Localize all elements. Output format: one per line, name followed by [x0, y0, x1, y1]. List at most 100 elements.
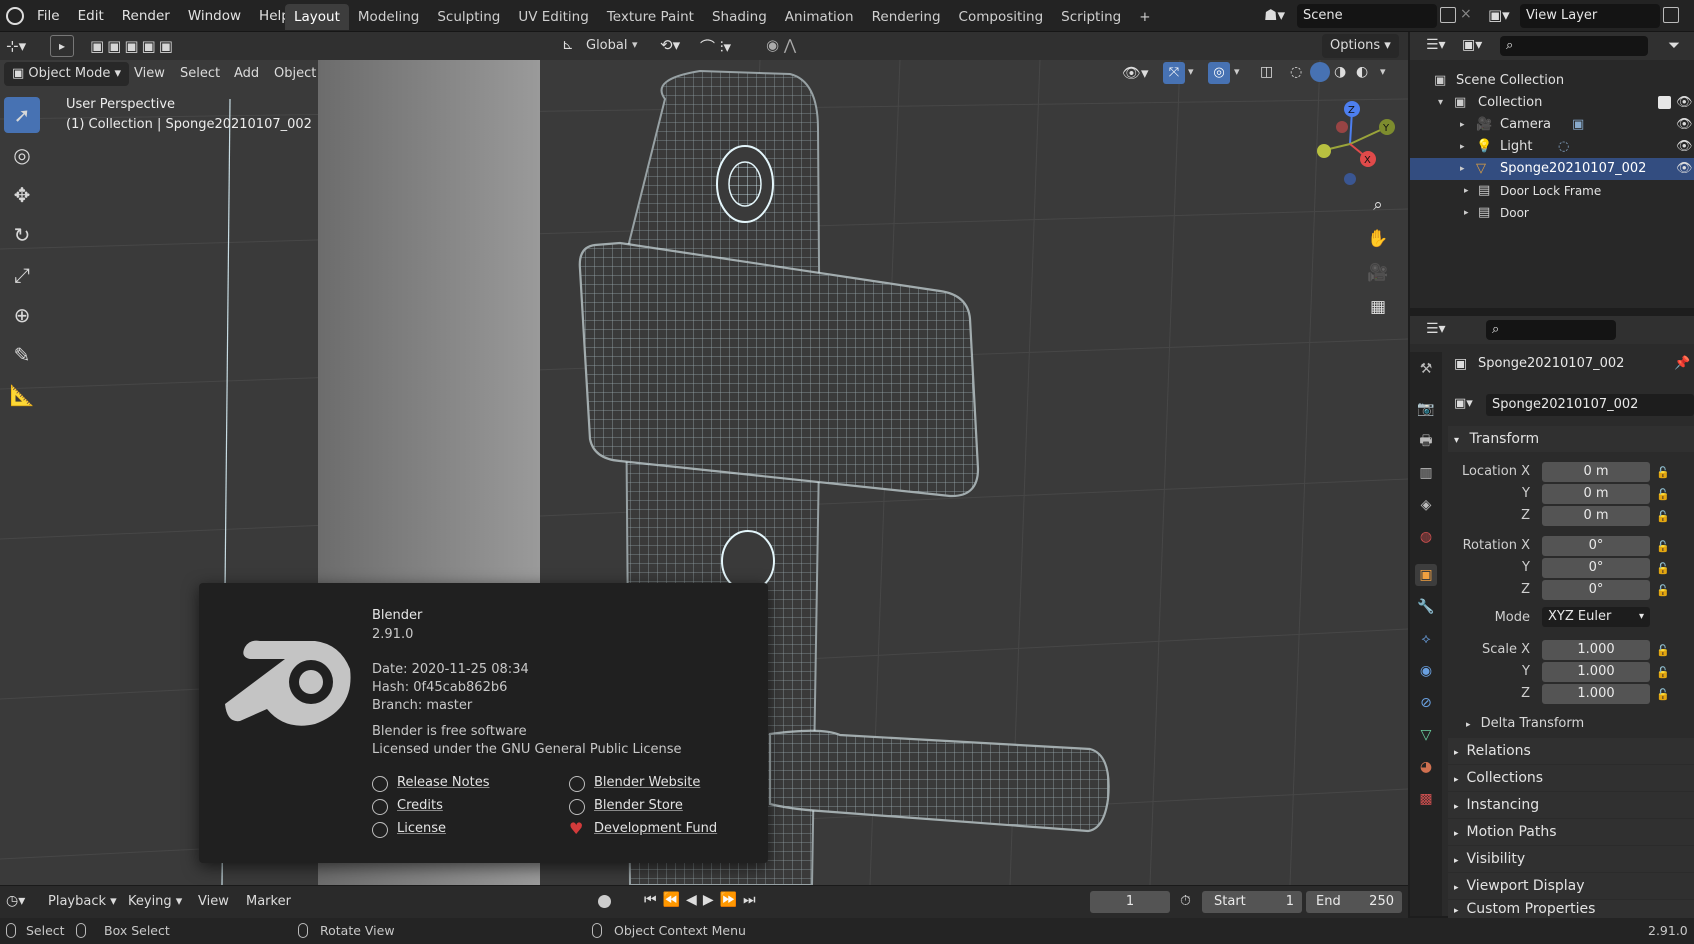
orientation-chevron-icon[interactable]: ▾: [632, 38, 638, 51]
shading-rendered-icon[interactable]: ◐: [1356, 64, 1368, 80]
timeline-view-menu[interactable]: View: [190, 890, 237, 914]
rotation-mode-dropdown[interactable]: XYZ Euler ▾: [1542, 607, 1650, 627]
location-y-field[interactable]: 0 m: [1542, 484, 1650, 504]
render-tab-icon[interactable]: 📷: [1415, 398, 1437, 420]
viewport-menu-object[interactable]: Object: [266, 62, 324, 86]
editor-type-icon[interactable]: ⊹▾: [6, 37, 26, 55]
jump-start-icon[interactable]: ⏮: [644, 892, 663, 908]
collection-visibility-icon[interactable]: 👁: [1676, 92, 1693, 114]
shading-wireframe-icon[interactable]: ◌: [1290, 64, 1302, 80]
door-expand-icon[interactable]: ▸: [1464, 202, 1469, 224]
gizmo-dropdown-icon[interactable]: ▾: [1188, 65, 1194, 78]
outliner-row-camera[interactable]: ▸ 🎥 Camera ▣ 👁: [1410, 114, 1694, 136]
light-visibility-icon[interactable]: 👁: [1676, 136, 1693, 158]
view-layer-tab-icon[interactable]: ▥: [1415, 462, 1437, 484]
outliner-search-input[interactable]: ⌕: [1500, 36, 1648, 56]
xray-toggle-icon[interactable]: ◫: [1260, 64, 1273, 80]
play-icon[interactable]: ▶: [703, 892, 720, 908]
object-mode-dropdown[interactable]: ▣ Object Mode ▾: [4, 62, 129, 86]
delta-transform-subpanel[interactable]: ▸ Delta Transform: [1466, 716, 1584, 731]
view-layer-icon[interactable]: ▣▾: [1488, 6, 1510, 24]
gizmo-toggle-icon[interactable]: ⤧: [1163, 62, 1185, 84]
annotate-tool-icon[interactable]: ✎: [4, 337, 40, 373]
start-frame-field[interactable]: Start 1: [1202, 891, 1302, 913]
rotation-x-field[interactable]: 0°: [1542, 536, 1650, 556]
menu-window[interactable]: Window: [179, 8, 250, 24]
tab-scripting[interactable]: Scripting: [1052, 4, 1130, 30]
zoom-view-icon[interactable]: ⌕: [1364, 191, 1392, 219]
camera-visibility-icon[interactable]: 👁: [1676, 114, 1693, 136]
remove-scene-icon[interactable]: ×: [1460, 6, 1472, 22]
preview-range-icon[interactable]: ⏱: [1180, 893, 1191, 909]
playback-menu[interactable]: Playback ▾: [40, 890, 125, 914]
ortho-toggle-icon[interactable]: ▦: [1364, 293, 1392, 321]
custom-properties-panel-header[interactable]: ▸ Custom Properties: [1448, 900, 1694, 918]
prev-keyframe-icon[interactable]: ⏪: [663, 892, 686, 908]
tab-texture-paint[interactable]: Texture Paint: [598, 4, 703, 30]
timeline-editor-type-icon[interactable]: ◷▾: [6, 893, 25, 909]
blender-logo-icon[interactable]: [6, 7, 24, 25]
pan-view-icon[interactable]: ✋: [1364, 225, 1392, 253]
transform-orientation-dropdown[interactable]: Global: [578, 34, 635, 58]
splash-screen[interactable]: Blender 2.91.0 Date: 2020-11-25 08:34 Ha…: [199, 583, 768, 863]
lock-scale-z-icon[interactable]: 🔓: [1656, 688, 1670, 701]
scale-z-field[interactable]: 1.000: [1542, 684, 1650, 704]
relations-panel-header[interactable]: ▸ Relations: [1448, 738, 1694, 764]
snap-icon[interactable]: ⌒ ⫶▾: [700, 36, 731, 57]
outliner-row-door-lock-frame[interactable]: ▸ ▤ Door Lock Frame: [1410, 180, 1694, 202]
record-icon[interactable]: [598, 895, 611, 908]
viewport-display-panel-header[interactable]: ▸ Viewport Display: [1448, 873, 1694, 899]
object-data-selector-icon[interactable]: ▣▾: [1454, 396, 1473, 411]
viewport-menu-add[interactable]: Add: [226, 62, 267, 86]
cursor-tool-icon[interactable]: ◎: [4, 137, 40, 173]
transform-panel-header[interactable]: ▾ Transform: [1448, 426, 1694, 452]
shading-solid-icon[interactable]: [1310, 62, 1330, 82]
add-workspace-button[interactable]: +: [1130, 4, 1159, 30]
tool-tab-icon[interactable]: ⚒: [1415, 358, 1437, 380]
output-tab-icon[interactable]: 🖶: [1415, 430, 1437, 452]
select-tool-icon[interactable]: ➚: [4, 97, 40, 133]
proportional-edit-icon[interactable]: ◉ ⋀: [766, 36, 796, 54]
license-link[interactable]: License: [397, 821, 446, 836]
rotation-z-field[interactable]: 0°: [1542, 580, 1650, 600]
menu-render[interactable]: Render: [113, 8, 179, 24]
new-view-layer-icon[interactable]: [1663, 7, 1679, 23]
collections-panel-header[interactable]: ▸ Collections: [1448, 765, 1694, 791]
camera-expand-icon[interactable]: ▸: [1460, 114, 1465, 136]
marker-menu[interactable]: Marker: [238, 890, 299, 914]
jump-end-icon[interactable]: ⏭: [743, 892, 762, 908]
outliner-row-sponge[interactable]: ▸ ▽ Sponge20210107_002 👁: [1410, 158, 1694, 180]
constraints-tab-icon[interactable]: ⊘: [1415, 692, 1437, 714]
blender-website-link[interactable]: Blender Website: [594, 775, 700, 790]
visibility-panel-header[interactable]: ▸ Visibility: [1448, 846, 1694, 872]
lock-location-y-icon[interactable]: 🔓: [1656, 488, 1670, 501]
options-dropdown[interactable]: Options ▾: [1322, 34, 1399, 58]
measure-tool-icon[interactable]: 📐: [4, 377, 40, 413]
menu-file[interactable]: File: [28, 8, 69, 24]
tab-sculpting[interactable]: Sculpting: [428, 4, 509, 30]
overlay-toggle-icon[interactable]: ◎: [1208, 62, 1230, 84]
selection-mode-icons[interactable]: ▣▣▣▣▣: [90, 37, 176, 55]
active-tool-icon[interactable]: ▸: [50, 35, 74, 57]
transform-tool-icon[interactable]: ⊕: [4, 297, 40, 333]
camera-data-icon[interactable]: ▣: [1572, 114, 1584, 136]
camera-view-icon[interactable]: 🎥: [1364, 259, 1392, 287]
collection-expand-icon[interactable]: ▾: [1438, 92, 1443, 114]
tab-animation[interactable]: Animation: [776, 4, 863, 30]
tab-modeling[interactable]: Modeling: [349, 4, 428, 30]
scene-tab-icon[interactable]: ◈: [1415, 494, 1437, 516]
lock-location-x-icon[interactable]: 🔓: [1656, 466, 1670, 479]
overlay-dropdown-icon[interactable]: ▾: [1234, 65, 1240, 78]
door-lock-frame-expand-icon[interactable]: ▸: [1464, 180, 1469, 202]
shading-dropdown-icon[interactable]: ▾: [1380, 65, 1386, 78]
menu-edit[interactable]: Edit: [69, 8, 113, 24]
location-z-field[interactable]: 0 m: [1542, 506, 1650, 526]
tab-rendering[interactable]: Rendering: [863, 4, 950, 30]
instancing-panel-header[interactable]: ▸ Instancing: [1448, 792, 1694, 818]
play-reverse-icon[interactable]: ◀: [686, 892, 703, 908]
tab-uv-editing[interactable]: UV Editing: [509, 4, 597, 30]
texture-tab-icon[interactable]: ▩: [1415, 788, 1437, 810]
rotation-y-field[interactable]: 0°: [1542, 558, 1650, 578]
world-tab-icon[interactable]: ◍: [1415, 526, 1437, 548]
outliner-editor-type-icon[interactable]: ☰▾: [1426, 37, 1446, 53]
